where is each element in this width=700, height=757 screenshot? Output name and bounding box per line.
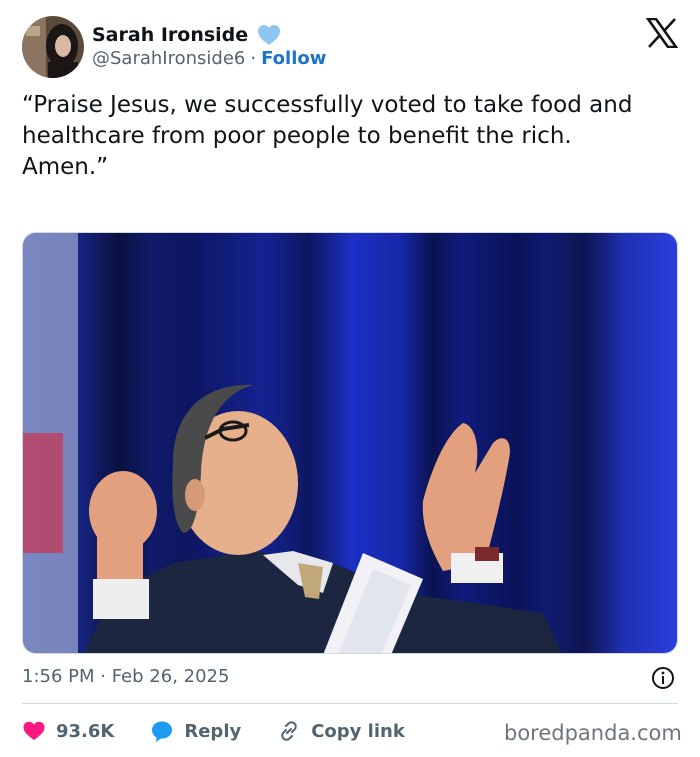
- reply-button[interactable]: Reply: [150, 719, 241, 743]
- link-icon: [281, 721, 297, 741]
- handle-separator: ·: [250, 48, 257, 69]
- reply-label: Reply: [184, 720, 242, 742]
- avatar[interactable]: [22, 16, 84, 78]
- follow-button[interactable]: Follow: [261, 48, 326, 69]
- tweet-text: “Praise Jesus, we successfully voted to …: [22, 92, 633, 180]
- like-count: 93.6K: [56, 720, 115, 742]
- tweet-timestamp[interactable]: 1:56 PM · Feb 26, 2025: [22, 666, 229, 687]
- copy-link-label: Copy link: [311, 720, 405, 742]
- verified-badge-icon: [256, 22, 282, 48]
- handle-row: @SarahIronside6 · Follow: [92, 48, 326, 69]
- tweet-photo[interactable]: [22, 232, 678, 654]
- heart-icon: [23, 721, 45, 740]
- info-icon[interactable]: [651, 666, 675, 690]
- divider: [22, 703, 678, 704]
- tweet-actions: 93.6K Reply Copy link: [22, 716, 441, 746]
- x-logo-icon[interactable]: [645, 17, 679, 49]
- like-button[interactable]: 93.6K: [22, 719, 114, 743]
- reply-bubble-icon: [152, 721, 173, 742]
- author-name-row: Sarah Ironside: [92, 22, 282, 48]
- handle[interactable]: @SarahIronside6: [92, 48, 245, 69]
- copy-link-button[interactable]: Copy link: [277, 719, 405, 743]
- tweet-card: Sarah Ironside @SarahIronside6 · Follow …: [0, 0, 700, 757]
- display-name[interactable]: Sarah Ironside: [92, 24, 248, 46]
- watermark: boredpanda.com: [504, 721, 682, 745]
